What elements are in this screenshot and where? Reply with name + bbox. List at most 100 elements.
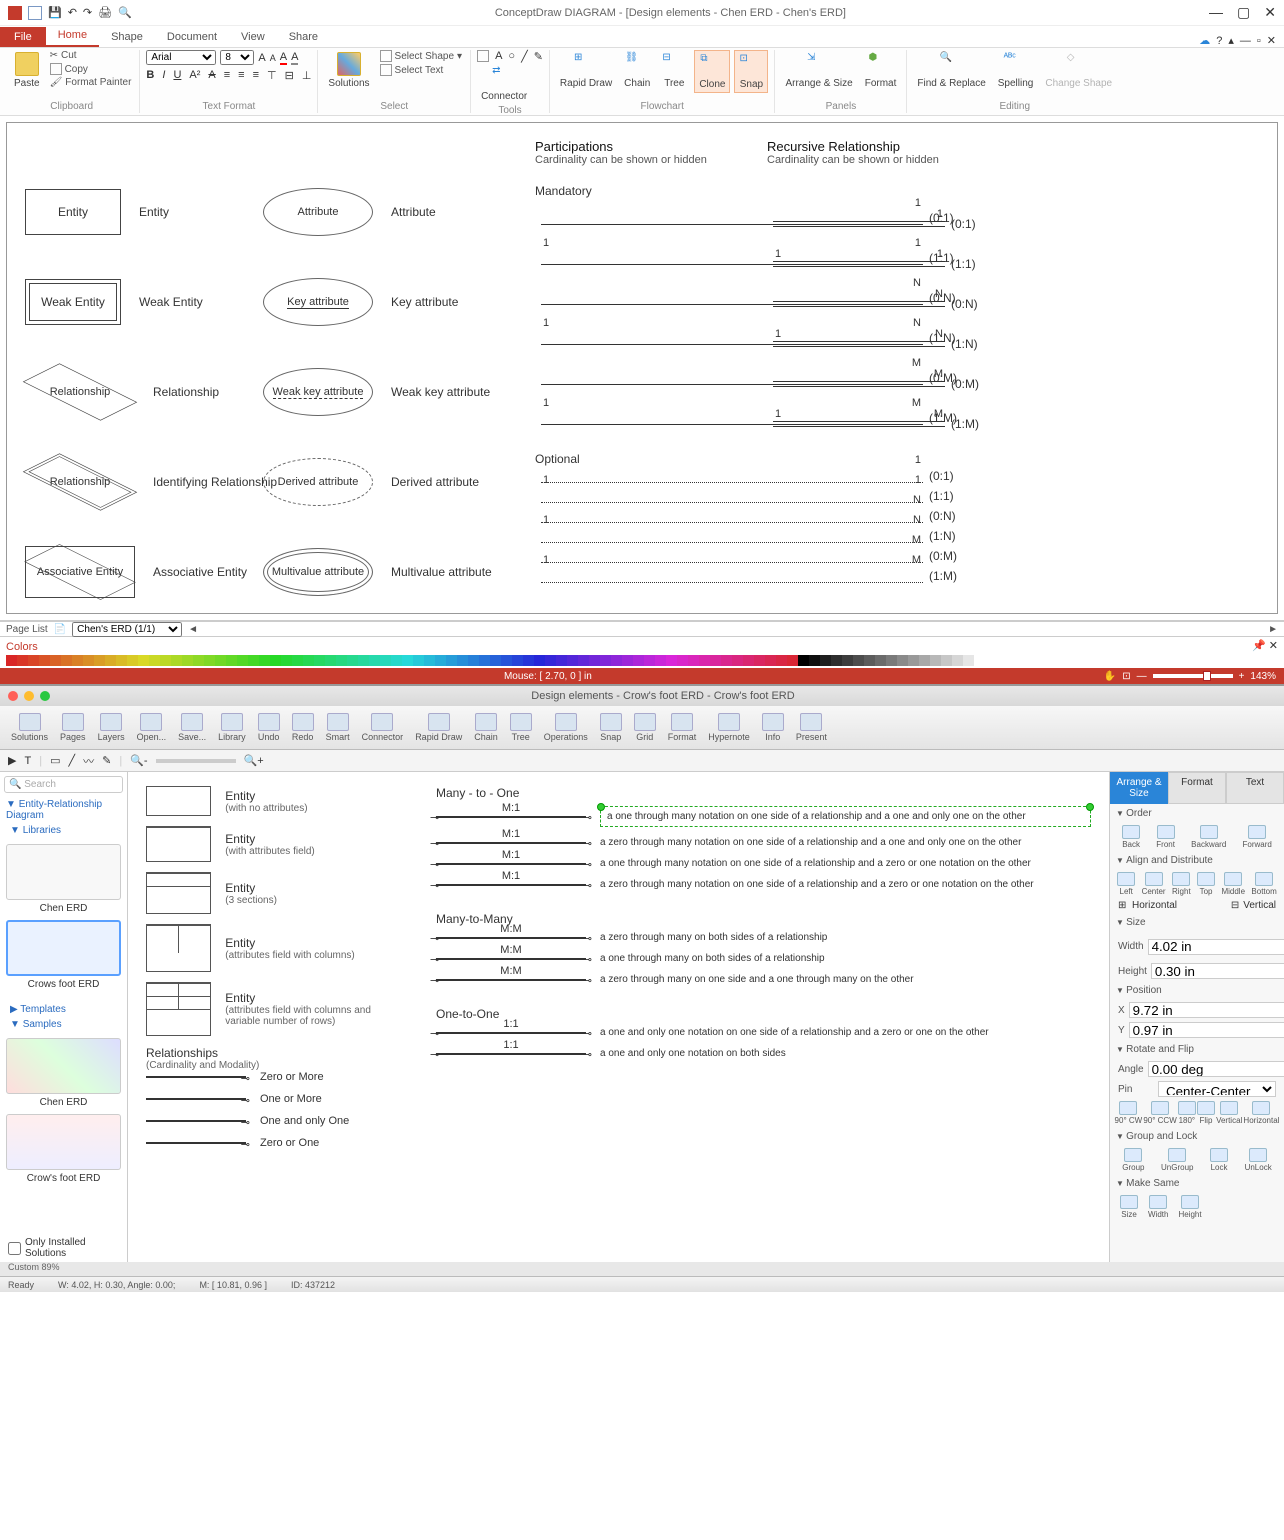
tool-chain[interactable]: Chain	[469, 711, 503, 744]
cardinality-line[interactable]: 1M (1:M)	[767, 404, 997, 444]
change-shape-button[interactable]: ◇Change Shape	[1041, 50, 1116, 91]
tool-undo[interactable]: Undo	[253, 711, 285, 744]
maximize-icon[interactable]: ▢	[1237, 4, 1250, 21]
color-swatch[interactable]	[820, 655, 831, 666]
flip-v-button[interactable]: Vertical	[1216, 1101, 1242, 1125]
entity-variant[interactable]: Entity(with no attributes)	[146, 786, 406, 816]
color-swatch[interactable]	[787, 655, 798, 666]
color-swatch[interactable]	[776, 655, 787, 666]
restore-icon[interactable]: ▫	[1257, 35, 1261, 47]
color-swatch[interactable]	[677, 655, 688, 666]
relationship-shape[interactable]: Relationship	[25, 366, 135, 418]
color-swatch[interactable]	[853, 655, 864, 666]
color-swatch[interactable]	[171, 655, 182, 666]
mac-canvas[interactable]: Entity(with no attributes) Entity(with a…	[128, 772, 1110, 1262]
zoom-slider[interactable]	[1153, 674, 1233, 678]
entity-shape[interactable]: Entity	[25, 189, 121, 235]
color-swatch[interactable]	[138, 655, 149, 666]
snap-button[interactable]: ⊡Snap	[734, 50, 768, 93]
align-left-icon[interactable]: ≡	[224, 69, 230, 82]
align-bot-icon[interactable]: ⊥	[302, 69, 312, 82]
align-center-button[interactable]: Center	[1142, 872, 1166, 896]
color-swatch[interactable]	[369, 655, 380, 666]
tool-solutions[interactable]: Solutions	[6, 711, 53, 744]
height-input[interactable]	[1151, 963, 1284, 979]
color-swatch[interactable]	[666, 655, 677, 666]
align-right-button[interactable]: Right	[1172, 872, 1191, 896]
text-tool2-icon[interactable]: T	[24, 755, 31, 767]
lock-button[interactable]: Lock	[1210, 1148, 1228, 1172]
color-swatch[interactable]	[589, 655, 600, 666]
color-swatch[interactable]	[50, 655, 61, 666]
multivalue-attribute-shape[interactable]: Multivalue attribute	[263, 548, 373, 596]
same-height-button[interactable]: Height	[1178, 1195, 1201, 1219]
color-swatch[interactable]	[842, 655, 853, 666]
color-swatch[interactable]	[215, 655, 226, 666]
ellipse-tool-icon[interactable]: ○	[508, 50, 515, 63]
color-swatch[interactable]	[952, 655, 963, 666]
color-swatch[interactable]	[72, 655, 83, 666]
color-swatch[interactable]	[105, 655, 116, 666]
align-top-icon[interactable]: ⊤	[267, 69, 277, 82]
color-swatch[interactable]	[919, 655, 930, 666]
color-swatch[interactable]	[39, 655, 50, 666]
tool-redo[interactable]: Redo	[287, 711, 319, 744]
relation-line[interactable]: ⊸⊸M:1 a zero through many notation on on…	[436, 837, 1091, 848]
underline-button[interactable]: U	[173, 69, 181, 82]
forward-button[interactable]: Forward	[1243, 825, 1272, 849]
align-right-icon[interactable]: ≡	[253, 69, 259, 82]
minimize-traffic-icon[interactable]	[24, 691, 34, 701]
fit-icon[interactable]: ⊡	[1122, 671, 1130, 682]
color-swatch[interactable]	[963, 655, 974, 666]
color-swatch[interactable]	[644, 655, 655, 666]
home-tab[interactable]: Home	[46, 25, 99, 47]
cloud-icon[interactable]: ☁	[1199, 34, 1210, 47]
pen-tool-icon[interactable]: ✎	[534, 50, 543, 63]
color-swatch[interactable]	[61, 655, 72, 666]
thumb-crowsfoot[interactable]	[6, 920, 121, 976]
pointer-tool-icon[interactable]: ▶	[8, 754, 16, 767]
color-swatch[interactable]	[798, 655, 809, 666]
font-select[interactable]: Arial	[146, 50, 216, 65]
color-swatch[interactable]	[116, 655, 127, 666]
rot-180-button[interactable]: 180°	[1178, 1101, 1196, 1125]
thumb-crow-sample[interactable]	[6, 1114, 121, 1170]
rapid-draw-button[interactable]: ⊞Rapid Draw	[556, 50, 616, 91]
color-swatch[interactable]	[226, 655, 237, 666]
only-installed-checkbox[interactable]: Only Installed Solutions	[0, 1234, 127, 1262]
color-swatch[interactable]	[391, 655, 402, 666]
align-bottom-button[interactable]: Bottom	[1251, 872, 1276, 896]
color-swatch[interactable]	[402, 655, 413, 666]
solutions-button[interactable]: Solutions	[324, 50, 373, 91]
canvas[interactable]: Entity Entity Weak Entity Weak Entity Re…	[6, 122, 1278, 614]
backward-button[interactable]: Backward	[1191, 825, 1226, 849]
cardinality-line[interactable]: 1N(1:N)	[535, 526, 975, 546]
color-swatch[interactable]	[424, 655, 435, 666]
close-traffic-icon[interactable]	[8, 691, 18, 701]
x-input[interactable]	[1129, 1002, 1284, 1018]
same-size-button[interactable]: Size	[1120, 1195, 1138, 1219]
color-swatch[interactable]	[941, 655, 952, 666]
color-swatch[interactable]	[17, 655, 28, 666]
undo-icon[interactable]: ↶	[68, 6, 77, 20]
rot-ccw-button[interactable]: 90° CCW	[1143, 1101, 1176, 1125]
color-swatch[interactable]	[193, 655, 204, 666]
cardinality-line[interactable]: 11(1:1)	[535, 486, 975, 506]
minimize-icon[interactable]: —	[1209, 4, 1223, 21]
color-swatch[interactable]	[259, 655, 270, 666]
cut-button[interactable]: ✂Cut	[48, 50, 134, 61]
color-swatch[interactable]	[314, 655, 325, 666]
cardinality-line[interactable]: 1M(1:M)	[535, 566, 975, 586]
color-swatch[interactable]	[435, 655, 446, 666]
italic-button[interactable]: I	[162, 69, 165, 82]
color-swatch[interactable]	[908, 655, 919, 666]
zoom-traffic-icon[interactable]	[40, 691, 50, 701]
relation-line[interactable]: ⊸⊸M:M a zero through many on one side an…	[436, 974, 1091, 985]
rect-tool-icon[interactable]	[477, 50, 489, 62]
tool-library[interactable]: Library	[213, 711, 251, 744]
attribute-shape[interactable]: Attribute	[263, 188, 373, 236]
search-icon[interactable]: 🔍	[118, 6, 132, 20]
tool-present[interactable]: Present	[791, 711, 832, 744]
tool-info[interactable]: Info	[757, 711, 789, 744]
angle-input[interactable]	[1148, 1061, 1284, 1077]
